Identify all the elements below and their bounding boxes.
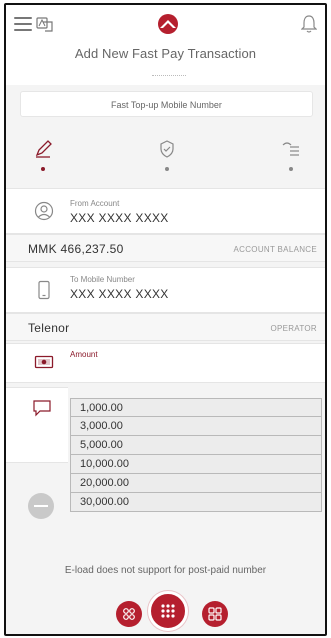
grid-icon [161,604,175,618]
amount-field[interactable]: Amount [6,343,325,383]
operator-caption: OPERATOR [270,324,317,333]
amount-label: Amount [70,350,98,359]
to-mobile-label: To Mobile Number [70,275,135,284]
amount-option[interactable]: 3,000.00 [70,417,322,436]
step-confirm [154,135,180,175]
postpaid-note: E-load does not support for post-paid nu… [64,565,267,576]
back-button[interactable] [28,493,54,519]
amount-option[interactable]: 5,000.00 [70,436,322,455]
account-balance-row: MMK 466,237.50 ACCOUNT BALANCE [6,234,325,262]
cash-icon [34,355,54,369]
amount-option[interactable]: 30,000.00 [70,493,322,512]
nav-home-button[interactable] [148,591,188,631]
user-icon [34,201,54,221]
service-type: Fast Top-up Mobile Number [20,91,313,117]
operator-value: Telenor [28,321,70,335]
to-mobile-value: XXX XXXX XXXX [70,287,169,301]
step-complete [278,135,304,175]
from-account-field[interactable]: From Account XXX XXXX XXXX [6,188,325,234]
from-account-label: From Account [70,199,120,208]
language-icon[interactable] [36,15,54,33]
apps-circle-icon [123,608,135,620]
amount-option[interactable]: 20,000.00 [70,474,322,493]
comment-icon [33,400,51,417]
menu-icon[interactable] [14,17,32,31]
operator-row: Telenor OPERATOR [6,313,325,341]
title-divider [152,75,186,77]
amount-options-list: 1,000.00 3,000.00 5,000.00 10,000.00 20,… [70,398,322,512]
shield-check-icon [160,140,174,158]
nav-right-button[interactable] [202,601,228,627]
account-balance-value: MMK 466,237.50 [28,242,124,256]
app-frame: Add New Fast Pay Transaction Fast Top-up… [4,3,327,636]
amount-option[interactable]: 10,000.00 [70,455,322,474]
page-title: Add New Fast Pay Transaction [74,46,257,61]
pencil-icon [35,140,52,158]
apps-square-icon [208,607,222,621]
step-indicator [6,135,325,179]
account-balance-caption: ACCOUNT BALANCE [233,245,317,254]
nav-left-button[interactable] [116,601,142,627]
list-arrow-icon [282,142,299,156]
from-account-value: XXX XXXX XXXX [70,211,169,225]
mobile-phone-icon [38,280,50,300]
bell-icon[interactable] [301,14,317,34]
to-mobile-field[interactable]: To Mobile Number XXX XXXX XXXX [6,267,325,313]
amount-option[interactable]: 1,000.00 [70,398,322,417]
app-header: Add New Fast Pay Transaction [6,5,325,85]
step-input [30,135,56,175]
remark-field[interactable] [6,387,68,463]
brand-logo-icon [158,14,178,34]
